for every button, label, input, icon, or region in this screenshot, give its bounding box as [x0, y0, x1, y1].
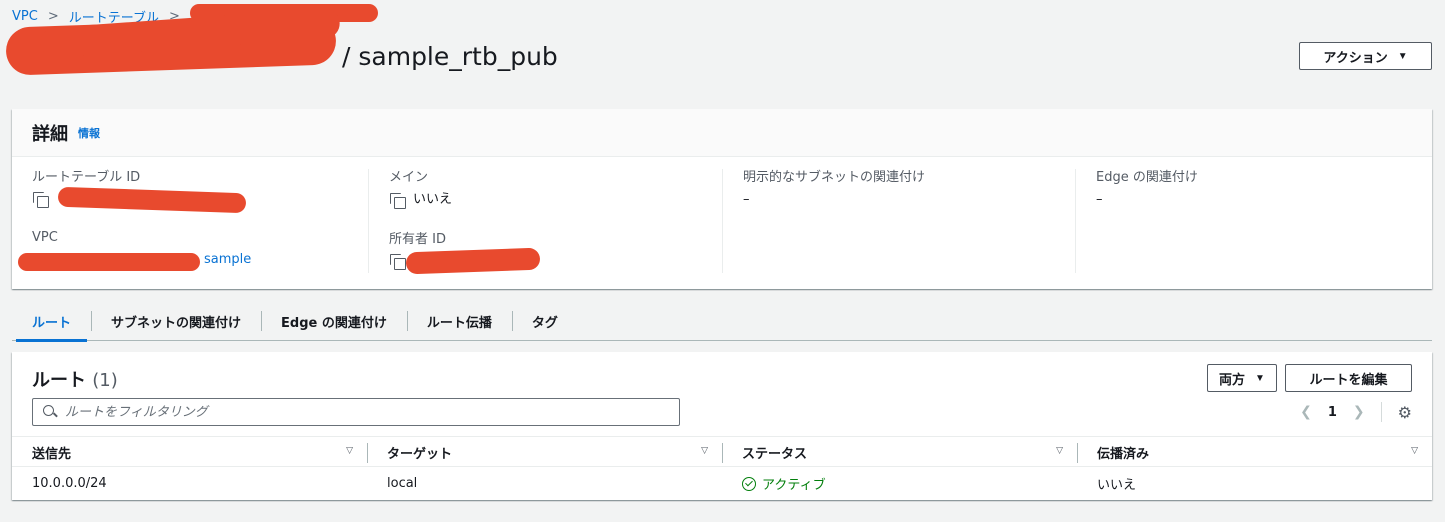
page-number[interactable]: 1	[1328, 405, 1337, 420]
propagation-filter-value: 両方	[1219, 371, 1246, 387]
chevron-right-icon: >	[47, 8, 59, 24]
details-title: 詳細	[32, 123, 68, 145]
details-header: 詳細 情報	[12, 109, 1432, 157]
tab-tags[interactable]: タグ	[511, 303, 578, 341]
info-link[interactable]: 情報	[78, 125, 100, 141]
owner-id-label: 所有者 ID	[389, 232, 446, 247]
routes-panel: ルート (1) 両方 ▼ ルートを編集 ❮ 1 ❯ ⚙ 送信先 ▽ ターゲット …	[12, 352, 1432, 500]
sort-caret-icon[interactable]: ▽	[701, 446, 708, 456]
edit-routes-button[interactable]: ルートを編集	[1285, 364, 1412, 392]
sort-caret-icon[interactable]: ▽	[346, 446, 353, 456]
actions-button-label: アクション	[1323, 49, 1388, 65]
main-label: メイン	[389, 170, 429, 185]
caret-down-icon: ▼	[1397, 50, 1408, 62]
details-column-3: 明示的なサブネットの関連付け –	[722, 169, 1075, 273]
chevron-right-icon[interactable]: ❯	[1353, 404, 1365, 420]
column-header-propagated[interactable]: 伝播済み ▽	[1077, 437, 1432, 468]
edge-label: Edge の関連付け	[1096, 170, 1198, 185]
status-text: アクティブ	[762, 478, 826, 493]
routes-count: (1)	[92, 370, 118, 391]
breadcrumb-vpc-link[interactable]: VPC	[12, 9, 38, 24]
column-header-status[interactable]: ステータス ▽	[722, 437, 1077, 468]
routes-title-text: ルート	[32, 370, 86, 391]
gear-icon[interactable]: ⚙	[1398, 403, 1412, 422]
route-filter-input[interactable]	[65, 404, 645, 420]
search-icon	[43, 405, 57, 419]
cell-status: アクティブ	[722, 468, 1077, 499]
copy-icon[interactable]	[32, 191, 49, 208]
vpc-link[interactable]: sample	[204, 251, 251, 269]
pagination: ❮ 1 ❯ ⚙	[1300, 402, 1412, 422]
chevron-left-icon[interactable]: ❮	[1300, 404, 1312, 420]
edge-value: –	[1096, 192, 1103, 207]
divider	[1380, 402, 1382, 422]
column-header-label: ステータス	[742, 447, 808, 462]
vpc-label: VPC	[32, 230, 58, 245]
cell-target: local	[387, 476, 418, 491]
cell-destination: 10.0.0.0/24	[32, 476, 107, 491]
sort-caret-icon[interactable]: ▽	[1411, 446, 1418, 456]
details-column-4: Edge の関連付け –	[1075, 169, 1432, 273]
column-header-label: 送信先	[32, 447, 72, 462]
column-header-label: ターゲット	[387, 447, 453, 462]
explicit-subnet-value: –	[743, 192, 750, 207]
check-circle-icon	[742, 476, 756, 491]
routes-title: ルート (1)	[32, 366, 118, 392]
redaction-mark	[405, 247, 541, 275]
route-table-id-label: ルートテーブル ID	[32, 170, 141, 185]
cell-propagated: いいえ	[1097, 478, 1137, 493]
edit-routes-label: ルートを編集	[1309, 371, 1388, 387]
actions-button[interactable]: アクション ▼	[1299, 42, 1432, 70]
main-value: いいえ	[389, 191, 722, 209]
main-value-text: いいえ	[413, 192, 453, 207]
tab-subnet-associations[interactable]: サブネットの関連付け	[91, 303, 261, 341]
copy-icon[interactable]	[389, 253, 406, 270]
route-filter-search[interactable]	[32, 398, 680, 426]
caret-down-icon: ▼	[1255, 372, 1265, 384]
table-header: 送信先 ▽ ターゲット ▽ ステータス ▽ 伝播済み ▽	[12, 436, 1432, 467]
tab-edge-associations[interactable]: Edge の関連付け	[261, 303, 407, 341]
copy-icon[interactable]	[389, 192, 406, 209]
propagation-filter-select[interactable]: 両方 ▼	[1207, 364, 1277, 392]
page-title: / sample_rtb_pub	[342, 42, 558, 71]
tab-route-propagation[interactable]: ルート伝播	[406, 303, 512, 341]
status-indicator: アクティブ	[742, 474, 826, 493]
tab-routes[interactable]: ルート	[12, 303, 91, 342]
redaction-mark	[18, 253, 200, 271]
explicit-subnet-label: 明示的なサブネットの関連付け	[743, 170, 926, 185]
column-header-label: 伝播済み	[1097, 447, 1150, 462]
sort-caret-icon[interactable]: ▽	[1056, 446, 1063, 456]
column-header-target[interactable]: ターゲット ▽	[367, 437, 722, 468]
column-header-destination[interactable]: 送信先 ▽	[12, 437, 367, 468]
tab-bar: ルート サブネットの関連付け Edge の関連付け ルート伝播 タグ	[12, 303, 1432, 342]
table-row[interactable]: 10.0.0.0/24 local アクティブ いいえ	[12, 468, 1432, 499]
